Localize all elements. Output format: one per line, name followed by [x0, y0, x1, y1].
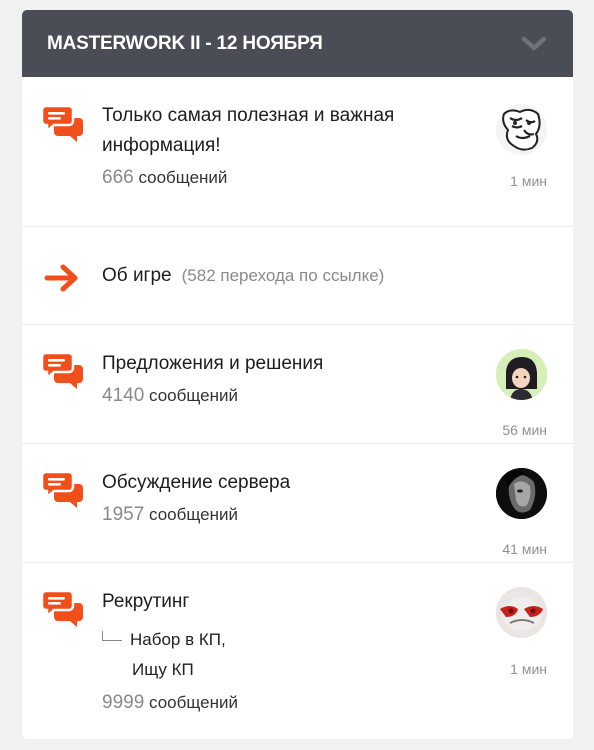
forum-row: Предложения и решения 4140 сообщений 56 …: [22, 324, 573, 443]
chat-bubbles-icon: [41, 590, 83, 627]
category-header[interactable]: MASTERWORK II - 12 НОЯБРЯ: [22, 10, 573, 77]
subforum-list: Набор в КП,: [102, 625, 226, 655]
post-count: 4140 сообщений: [102, 385, 238, 407]
last-post-time[interactable]: 1 мин: [510, 173, 547, 189]
post-count-number: 4140: [102, 385, 145, 406]
chat-bubbles-icon: [41, 471, 83, 508]
subforum-link[interactable]: Набор в КП,: [130, 630, 226, 649]
avatar[interactable]: [496, 587, 547, 638]
last-post-time[interactable]: 41 мин: [502, 541, 547, 557]
forum-title-link[interactable]: Обсуждение сервера: [102, 468, 290, 498]
avatar[interactable]: [496, 468, 547, 519]
post-count-label: сообщений: [149, 693, 238, 712]
post-count: 1957 сообщений: [102, 504, 238, 526]
post-count-label: сообщений: [149, 386, 238, 405]
subforum-list: Ищу КП: [132, 655, 194, 685]
forum-title-link[interactable]: Предложения и решения: [102, 349, 323, 379]
last-post-time[interactable]: 1 мин: [510, 661, 547, 677]
category-title: MASTERWORK II - 12 НОЯБРЯ: [47, 32, 323, 54]
subforum-branch-icon: [102, 631, 122, 641]
avatar[interactable]: [496, 349, 547, 400]
chat-bubbles-icon: [41, 352, 83, 389]
chevron-down-icon[interactable]: [521, 36, 547, 52]
post-count: 9999 сообщений: [102, 692, 238, 714]
forum-title-link[interactable]: Только самая полезная и важная информаци…: [102, 101, 462, 161]
forum-title-link[interactable]: Об игре (582 перехода по ссылке): [102, 261, 384, 291]
avatar[interactable]: [496, 104, 547, 155]
chat-bubbles-icon: [41, 105, 83, 142]
arrow-right-icon: [44, 264, 78, 292]
forum-row: Рекрутинг Набор в КП, Ищу КП 9999 сообще…: [22, 562, 573, 739]
forum-category-card: MASTERWORK II - 12 НОЯБРЯ Только самая п…: [22, 10, 573, 739]
post-count: 666 сообщений: [102, 167, 227, 189]
subforum-link[interactable]: Ищу КП: [132, 660, 194, 679]
forum-row-redirect: Об игре (582 перехода по ссылке): [22, 226, 573, 324]
last-post-time[interactable]: 56 мин: [502, 422, 547, 438]
redirect-title[interactable]: Об игре: [102, 265, 172, 286]
post-count-number: 666: [102, 167, 134, 188]
post-count-label: сообщений: [138, 168, 228, 187]
forum-row: Только самая полезная и важная информаци…: [22, 77, 573, 235]
redirect-count: (582 перехода по ссылке): [181, 266, 385, 285]
post-count-label: сообщений: [149, 505, 238, 524]
post-count-number: 9999: [102, 692, 145, 713]
forum-title-link[interactable]: Рекрутинг: [102, 587, 189, 617]
forum-row: Обсуждение сервера 1957 сообщений 41 мин: [22, 443, 573, 562]
post-count-number: 1957: [102, 504, 145, 525]
